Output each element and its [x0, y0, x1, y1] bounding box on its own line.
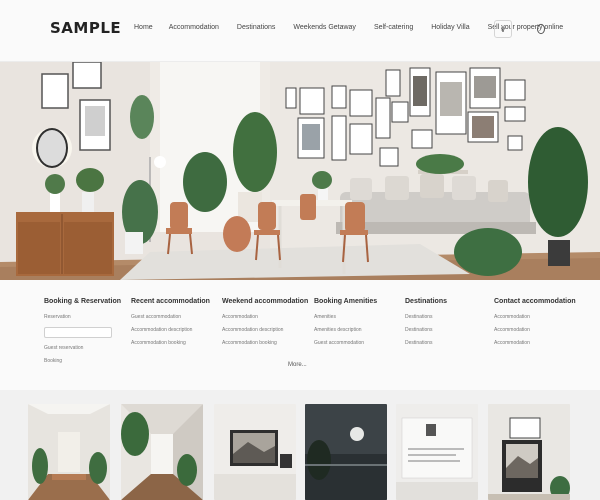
- gallery-strip: [0, 390, 600, 500]
- account-icon: [537, 23, 545, 35]
- gallery-thumb-artwork[interactable]: [214, 404, 296, 500]
- more-link[interactable]: More...: [288, 362, 307, 368]
- column-link[interactable]: Amenities description: [314, 327, 394, 333]
- column-link[interactable]: Accommodation booking: [131, 340, 211, 346]
- gallery-thumb-document[interactable]: [396, 404, 478, 500]
- account-button[interactable]: [532, 20, 550, 38]
- column-link[interactable]: Accommodation: [494, 327, 574, 333]
- gallery-thumb-corridor[interactable]: [121, 404, 203, 500]
- info-column-booking: Booking & Reservation Reservation Guest …: [44, 298, 124, 371]
- column-link[interactable]: Amenities: [314, 314, 394, 320]
- nav-item-destinations[interactable]: Destinations: [237, 24, 276, 31]
- column-link[interactable]: Accommodation description: [131, 327, 211, 333]
- nav-item-weekends[interactable]: Weekends Getaway: [293, 24, 356, 31]
- column-link[interactable]: Destinations: [405, 340, 485, 346]
- nav-item-home[interactable]: Home: [134, 24, 153, 31]
- info-column-contact: Contact accommodation Accommodation Acco…: [494, 298, 576, 353]
- dropdown-button[interactable]: v: [494, 20, 512, 38]
- column-link[interactable]: Accommodation description: [222, 327, 302, 333]
- info-column-recent: Recent accommodation Guest accommodation…: [131, 298, 211, 353]
- column-link[interactable]: Guest accommodation: [131, 314, 211, 320]
- gallery-thumb-hallway[interactable]: [28, 404, 110, 500]
- main-nav: Home Accommodation Destinations Weekends…: [134, 24, 581, 31]
- site-header: SAMPLE Home Accommodation Destinations W…: [0, 0, 600, 62]
- column-link[interactable]: Booking: [44, 358, 124, 364]
- column-link[interactable]: Destinations: [405, 327, 485, 333]
- column-link[interactable]: Destinations: [405, 314, 485, 320]
- column-title: Recent accommodation: [131, 298, 210, 305]
- nav-item-holiday-villa[interactable]: Holiday Villa: [431, 24, 469, 31]
- column-title: Weekend accommodation: [222, 298, 309, 305]
- column-link[interactable]: Guest reservation: [44, 345, 124, 351]
- column-title: Booking & Reservation: [44, 298, 122, 305]
- chevron-down-icon: v: [501, 24, 505, 34]
- info-column-amenities: Booking Amenities Amenities Amenities de…: [314, 298, 394, 353]
- column-title: Destinations: [405, 298, 448, 305]
- column-link[interactable]: Accommodation booking: [222, 340, 302, 346]
- column-link[interactable]: Accommodation: [494, 340, 574, 346]
- column-link[interactable]: Accommodation: [494, 314, 574, 320]
- gallery-thumb-framed-print[interactable]: [488, 404, 570, 500]
- nav-item-accommodation[interactable]: Accommodation: [169, 24, 219, 31]
- nav-item-self-catering[interactable]: Self-catering: [374, 24, 413, 31]
- column-link[interactable]: Reservation: [44, 314, 124, 320]
- column-title: Booking Amenities: [314, 298, 378, 305]
- reservation-input[interactable]: [44, 327, 112, 338]
- column-link[interactable]: Guest accommodation: [314, 340, 394, 346]
- column-link[interactable]: Accommodation: [222, 314, 302, 320]
- gallery-thumb-moon-lake[interactable]: [305, 404, 387, 500]
- site-logo[interactable]: SAMPLE: [50, 19, 121, 37]
- info-column-destinations: Destinations Destinations Destinations D…: [405, 298, 485, 353]
- hero-image: [0, 62, 600, 280]
- info-column-weekend: Weekend accommodation Accommodation Acco…: [222, 298, 309, 353]
- column-title: Contact accommodation: [494, 298, 576, 305]
- info-section: Booking & Reservation Reservation Guest …: [0, 280, 600, 390]
